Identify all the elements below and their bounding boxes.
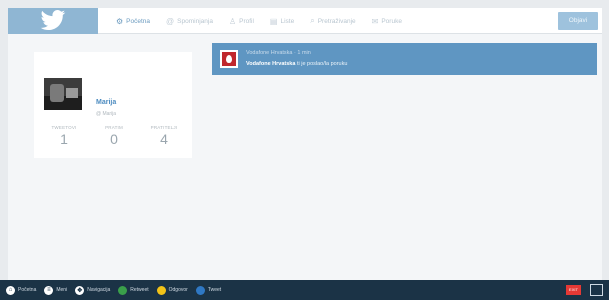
stat-label: TWEETOVI (51, 125, 77, 130)
tab-mentions[interactable]: @ Spominjanja (158, 8, 221, 34)
stat-tweets[interactable]: TWEETOVI 1 (42, 125, 86, 147)
notification-item[interactable]: Vodafone Hrvatska · 1 min Vodafone Hrvat… (212, 43, 597, 75)
profile-card: Marija @ Marija TWEETOVI 1 PRATIM 0 PRAT… (34, 52, 192, 158)
remote-key-label: Odgovor (168, 287, 188, 293)
navigate-key-icon: ✥ (75, 285, 85, 295)
stat-following[interactable]: PRATIM 0 (92, 125, 136, 147)
profile-name[interactable]: Marija (96, 99, 116, 106)
profile-stats: TWEETOVI 1 PRATIM 0 PRATITELJI 4 (42, 125, 186, 147)
home-icon: ⚙ (116, 16, 124, 26)
remote-keys: ⌂ Početna ≡ Meni ✥ Navigacija Retweet Odgovor Tw… (6, 280, 229, 300)
bird-icon (40, 10, 66, 31)
vodafone-logo-icon (220, 50, 238, 68)
remote-key-odgovor[interactable]: Odgovor (156, 285, 188, 295)
remote-key-retweet[interactable]: Retweet (118, 285, 149, 295)
notification-meta: Vodafone Hrvatska · 1 min (246, 50, 311, 56)
remote-key-label: Navigacija (87, 287, 111, 293)
blue-key-icon (195, 285, 205, 295)
stat-value: 0 (110, 131, 118, 147)
remote-key-label: Početna (18, 287, 37, 293)
avatar[interactable] (44, 78, 82, 110)
notification-text: Vodafone Hrvatska ti je poslao/la poruku (246, 61, 347, 67)
post-tweet-button[interactable]: Objavi (558, 12, 598, 30)
remote-key-navigacija[interactable]: ✥ Navigacija (75, 285, 111, 295)
app-frame: ⚙ Početna @ Spominjanja ♙ Profil ▤ Liste ⌕ Pretra… (8, 8, 602, 280)
remote-key-početna[interactable]: ⌂ Početna (6, 285, 37, 295)
tab-profile[interactable]: ♙ Profil (221, 8, 262, 34)
remote-control-hint-bar: ⌂ Početna ≡ Meni ✥ Navigacija Retweet Odgovor Tw… (0, 280, 609, 300)
tab-messages[interactable]: ✉ Poruke (364, 8, 410, 34)
mentions-icon: @ (166, 16, 175, 26)
messages-icon: ✉ (371, 16, 379, 26)
stat-value: 1 (60, 131, 68, 147)
top-navigation-bar: ⚙ Početna @ Spominjanja ♙ Profil ▤ Liste ⌕ Pretra… (8, 8, 602, 34)
menu-key-icon: ≡ (44, 285, 54, 295)
main-tabs: ⚙ Početna @ Spominjanja ♙ Profil ▤ Liste ⌕ Pretra… (108, 8, 410, 34)
tab-label: Pretraživanje (317, 17, 356, 25)
notification-sender: Vodafone Hrvatska (246, 61, 296, 67)
lists-icon: ▤ (269, 16, 278, 26)
tab-label: Liste (280, 17, 295, 25)
tab-label: Početna (126, 17, 151, 25)
tab-label: Poruke (381, 17, 402, 25)
green-key-icon (118, 285, 128, 295)
remote-key-label: Meni (56, 287, 68, 293)
yellow-key-icon (156, 285, 166, 295)
tab-label: Profil (239, 17, 254, 25)
remote-key-meni[interactable]: ≡ Meni (44, 285, 68, 295)
tab-search[interactable]: ⌕ Pretraživanje (302, 8, 363, 34)
stat-label: PRATITELJI (150, 125, 178, 130)
fullscreen-icon[interactable] (590, 284, 603, 296)
profile-icon: ♙ (228, 16, 237, 26)
stat-followers[interactable]: PRATITELJI 4 (142, 125, 186, 147)
exit-button[interactable]: EXIT (566, 285, 581, 295)
profile-handle: @ Marija (96, 111, 117, 117)
remote-key-label: Tweet (207, 287, 222, 293)
tab-home[interactable]: ⚙ Početna (108, 8, 158, 34)
notification-message: ti je poslao/la poruku (295, 61, 348, 67)
tab-lists[interactable]: ▤ Liste (262, 8, 302, 34)
search-icon: ⌕ (310, 16, 315, 25)
remote-key-label: Retweet (130, 287, 149, 293)
tab-label: Spominjanja (177, 17, 213, 25)
twitter-logo (8, 8, 98, 34)
stat-value: 4 (160, 131, 168, 147)
remote-key-tweet[interactable]: Tweet (195, 285, 222, 295)
home-key-icon: ⌂ (6, 285, 15, 295)
stat-label: PRATIM (105, 125, 123, 130)
